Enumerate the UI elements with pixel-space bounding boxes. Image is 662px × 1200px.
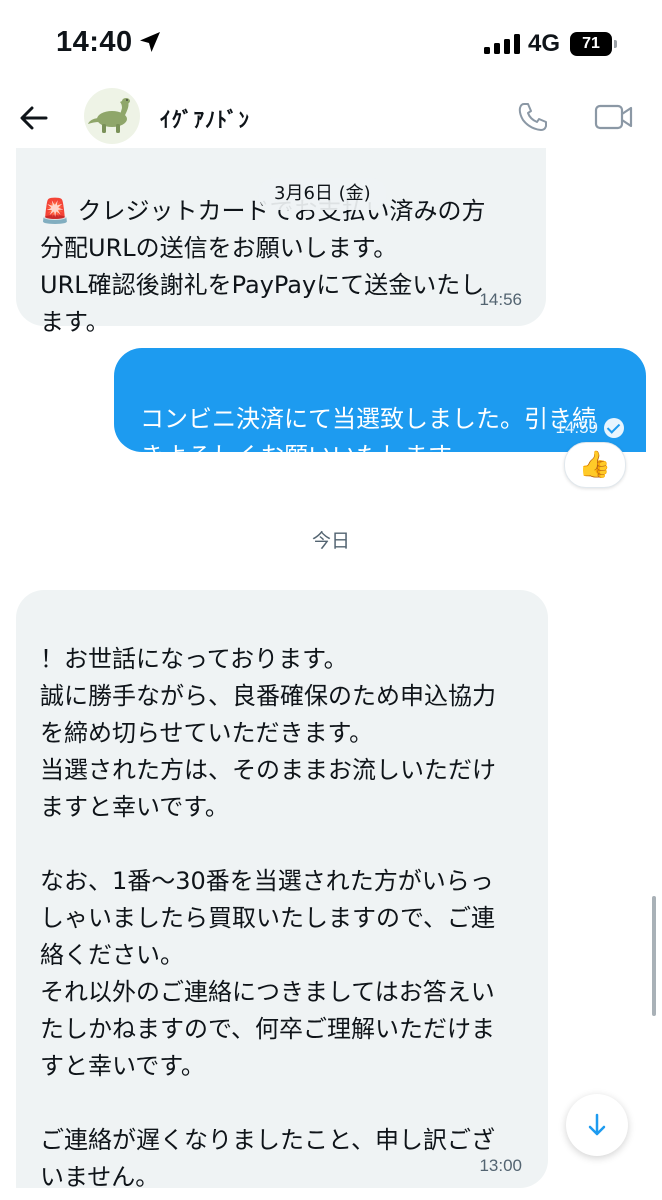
- battery-cap: [614, 40, 617, 48]
- day-separator: 今日: [311, 530, 350, 552]
- status-time: 14:40: [56, 26, 133, 58]
- message-bubble-incoming[interactable]: ！お世話になっております。 誠に勝手ながら、良番確保のため申込協力 を締め切らせ…: [16, 590, 548, 1191]
- message-bubble-incoming[interactable]: 🚨 クレジットカードでお支払い済みの方 分配URLの送信をお願いします。 URL…: [16, 148, 546, 336]
- cellular-signal-icon: [484, 34, 520, 54]
- date-chip: 3月6日 (金): [258, 178, 387, 210]
- conversation-header: ｲｸﾞｱﾉﾄﾞﾝ: [0, 88, 662, 148]
- status-bar: 14:40 4G 71: [0, 0, 662, 88]
- message-list[interactable]: 🚨 クレジットカードでお支払い済みの方 分配URLの送信をお願いします。 URL…: [0, 148, 662, 1200]
- location-arrow-icon: [140, 32, 160, 52]
- scroll-to-bottom-button[interactable]: [566, 1094, 628, 1156]
- contact-name[interactable]: ｲｸﾞｱﾉﾄﾞﾝ: [160, 104, 250, 134]
- avatar[interactable]: [84, 88, 140, 144]
- arrow-down-icon: [588, 1113, 606, 1136]
- dinosaur-icon: [88, 98, 130, 133]
- message-time: 13:00: [479, 1156, 522, 1175]
- battery-icon: 71: [570, 32, 618, 56]
- network-type: 4G: [528, 30, 561, 57]
- message-bubble-outgoing[interactable]: コンビニ決済にて当選致しました。引き続 きよろしくお願いいたします 14:59: [114, 348, 646, 470]
- message-text: コンビニ決済にて当選致しました。引き続 きよろしくお願いいたします: [140, 405, 596, 470]
- video-camera-icon[interactable]: [594, 102, 634, 132]
- message-text: クレジットカードでお支払い済みの方 分配URLの送信をお願いします。 URL確認…: [40, 197, 486, 336]
- read-check-icon: [604, 418, 624, 438]
- message-time: 14:56: [479, 290, 522, 309]
- siren-emoji: 🚨: [40, 197, 70, 225]
- message-time: 14:59: [555, 418, 598, 437]
- message-text: ！お世話になっております。 誠に勝手ながら、良番確保のため申込協力 を締め切らせ…: [40, 645, 496, 1191]
- phone-icon[interactable]: [516, 100, 550, 134]
- battery-level: 71: [570, 32, 612, 56]
- arrow-left-icon[interactable]: [18, 102, 50, 134]
- thumbs-up-reaction[interactable]: 👍: [564, 442, 626, 488]
- scrollbar[interactable]: [652, 896, 656, 1016]
